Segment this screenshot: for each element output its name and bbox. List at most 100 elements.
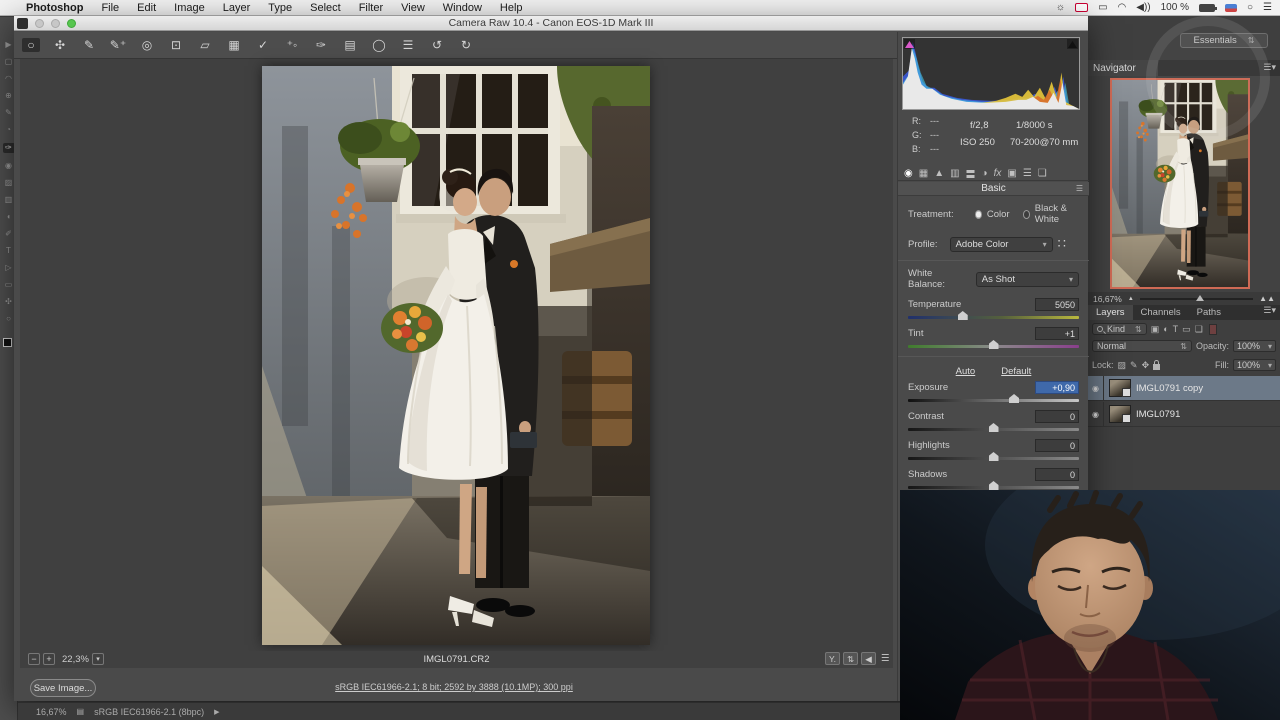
pen-tool-icon[interactable]: ✐ (3, 230, 15, 238)
move-tool-icon[interactable]: ▶ (3, 41, 15, 49)
filter-pixel-layers-icon[interactable]: ▣ (1151, 324, 1160, 335)
tab-navigator[interactable]: Navigator (1088, 60, 1158, 76)
layer-filter-kind-dropdown[interactable]: Kind ⇅ (1092, 323, 1147, 335)
workspace-selector[interactable]: Essentials ⇅ (1180, 33, 1268, 48)
lock-transparency-icon[interactable]: ▨ (1118, 360, 1127, 371)
hand-tool-icon[interactable]: ✣ (3, 298, 15, 306)
keynote-icon[interactable] (1225, 4, 1237, 12)
slider-thumb[interactable] (989, 452, 999, 461)
layer-thumbnail[interactable] (1109, 379, 1131, 397)
rotate-right-icon[interactable]: ↻ (457, 38, 475, 52)
contrast-slider[interactable] (908, 428, 1079, 431)
eraser-tool-icon[interactable]: ▨ (3, 179, 15, 187)
filter-toggle[interactable] (1209, 324, 1217, 335)
tab-layers[interactable]: Layers (1088, 305, 1133, 320)
effects-tab-icon[interactable]: fx (994, 168, 1002, 179)
preview-photo[interactable] (262, 66, 650, 645)
camera-calibration-tab-icon[interactable]: ▣ (1007, 168, 1016, 179)
stamp-tool-icon[interactable]: ◉ (3, 162, 15, 170)
transform-tool-icon[interactable]: ▦ (225, 38, 243, 52)
foreground-background-swatch[interactable] (3, 338, 15, 350)
workflow-options-link[interactable]: sRGB IEC61966-2.1; 8 bit; 2592 by 3888 (… (14, 682, 894, 692)
slider-thumb[interactable] (1009, 394, 1019, 403)
hand-tool-icon[interactable]: ✣ (51, 38, 69, 52)
layer-row-imgl0791-copy[interactable]: ◉ IMGL0791 copy (1088, 376, 1280, 401)
filter-type-layers-icon[interactable]: T (1173, 324, 1179, 334)
slider-thumb[interactable] (989, 340, 999, 349)
shadow-clipping-icon[interactable] (904, 39, 915, 49)
menu-edit[interactable]: Edit (137, 2, 156, 14)
slider-thumb[interactable] (989, 423, 999, 432)
brightness-icon[interactable]: ☼ (1056, 2, 1065, 13)
basic-tab-icon[interactable]: ◉ (904, 168, 913, 179)
split-toning-tab-icon[interactable]: 〓 (966, 166, 976, 181)
temperature-slider[interactable] (908, 316, 1079, 319)
detail-tab-icon[interactable]: ▲ (934, 168, 944, 179)
red-eye-icon[interactable]: ⁺◦ (283, 38, 301, 52)
layer-thumbnail[interactable] (1109, 405, 1131, 423)
image-preview-area[interactable] (20, 59, 893, 651)
panel-menu-icon[interactable]: ☰▾ (1263, 305, 1276, 320)
status-arrow-icon[interactable]: ▶ (214, 708, 219, 716)
type-tool-icon[interactable]: T (3, 247, 15, 255)
tab-channels[interactable]: Channels (1133, 305, 1189, 320)
snapshots-tab-icon[interactable]: ❏ (1038, 168, 1047, 179)
menu-window[interactable]: Window (443, 2, 482, 14)
tint-slider[interactable] (908, 345, 1079, 348)
contrast-value[interactable]: 0 (1035, 410, 1079, 423)
visibility-eye-icon[interactable]: ◉ (1088, 402, 1104, 427)
display-icon[interactable]: ▭ (1098, 2, 1107, 13)
menu-layer[interactable]: Layer (223, 2, 251, 14)
swap-before-after-icon[interactable]: ⇅ (843, 652, 858, 665)
temperature-value[interactable]: 5050 (1035, 298, 1079, 311)
lock-position-icon[interactable]: ✥ (1142, 360, 1150, 371)
shadows-slider[interactable] (908, 486, 1079, 489)
spot-removal-icon[interactable]: ✓ (254, 38, 272, 52)
menu-file[interactable]: File (101, 2, 119, 14)
menu-view[interactable]: View (401, 2, 425, 14)
lasso-tool-icon[interactable]: ◠ (3, 75, 15, 83)
wifi-icon[interactable]: ◠ (1118, 2, 1127, 13)
healing-tool-icon[interactable]: ◔ (3, 126, 15, 134)
document-zoom-value[interactable]: 16,67% (36, 707, 67, 717)
preferences-icon[interactable]: ☰ (399, 38, 417, 52)
filter-adjustment-layers-icon[interactable]: ◐ (1163, 324, 1168, 334)
tab-paths[interactable]: Paths (1189, 305, 1229, 320)
filter-smart-objects-icon[interactable]: ❏ (1195, 324, 1203, 335)
screenrecord-icon[interactable] (1075, 3, 1088, 12)
highlight-clipping-icon[interactable] (1067, 39, 1078, 49)
profile-dropdown[interactable]: Adobe Color ▾ (950, 237, 1053, 252)
menu-image[interactable]: Image (174, 2, 205, 14)
copy-settings-icon[interactable]: ◀ (861, 652, 876, 665)
radial-filter-icon[interactable]: ◯ (370, 38, 388, 52)
filter-shape-layers-icon[interactable]: ▭ (1182, 324, 1191, 335)
presets-tab-icon[interactable]: ☰ (1023, 168, 1032, 179)
marquee-tool-icon[interactable]: ▢ (3, 58, 15, 66)
camera-raw-titlebar[interactable]: Camera Raw 10.4 - Canon EOS-1D Mark III (14, 16, 1088, 31)
tone-curve-tab-icon[interactable]: ▦ (919, 168, 928, 179)
blend-mode-dropdown[interactable]: Normal ⇅ (1092, 340, 1192, 352)
zoom-tool-icon[interactable]: ○ (3, 315, 15, 323)
preview-settings-icon[interactable]: ☰ (881, 653, 890, 664)
exposure-slider[interactable] (908, 399, 1079, 402)
shape-tool-icon[interactable]: ▭ (3, 281, 15, 289)
tint-value[interactable]: +1 (1035, 327, 1079, 340)
menu-filter[interactable]: Filter (359, 2, 383, 14)
layer-row-imgl0791[interactable]: ◉ IMGL0791 (1088, 402, 1280, 427)
exposure-value[interactable]: +0,90 (1035, 381, 1079, 394)
volume-icon[interactable]: ◀)) (1136, 2, 1150, 13)
crop-tool-icon[interactable]: ⊕ (3, 92, 15, 100)
auto-link[interactable]: Auto (956, 366, 976, 377)
treatment-color-radio[interactable] (975, 210, 982, 219)
lens-corrections-tab-icon[interactable]: ◑ (982, 168, 988, 179)
navigator-zoom-value[interactable]: 16,67% (1093, 294, 1122, 304)
panel-menu-icon[interactable]: ☰▾ (1263, 62, 1276, 73)
visibility-eye-icon[interactable]: ◉ (1088, 376, 1104, 401)
crop-tool-icon[interactable]: ⊡ (167, 38, 185, 52)
menu-select[interactable]: Select (310, 2, 341, 14)
navigator-zoom-thumb[interactable] (1196, 295, 1204, 301)
graduated-filter-icon[interactable]: ▤ (341, 38, 359, 52)
menu-help[interactable]: Help (500, 2, 523, 14)
fill-field[interactable]: 100% ▾ (1233, 359, 1276, 371)
adjustment-brush-icon[interactable]: ✑ (312, 38, 330, 52)
